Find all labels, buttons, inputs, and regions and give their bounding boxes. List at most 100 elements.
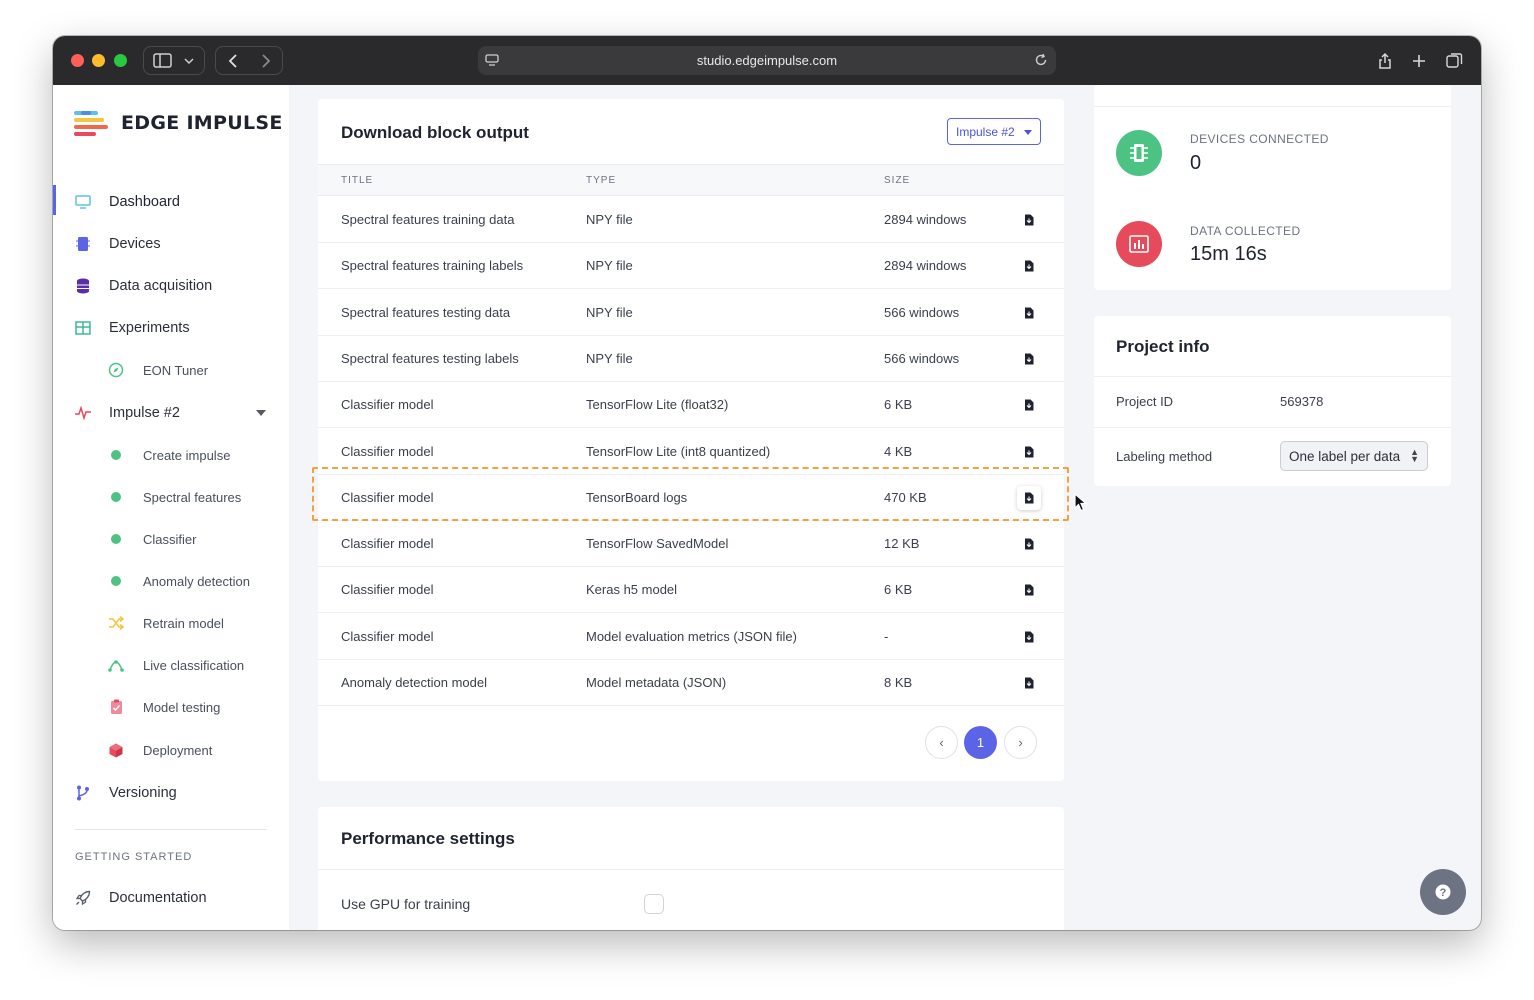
sidebar-item-label: Model testing [143, 699, 221, 715]
previous-page-button[interactable]: ‹ [925, 726, 958, 759]
row-type: Model metadata (JSON) [586, 675, 727, 690]
sidebar-item-data-acquisition[interactable]: Data acquisition [53, 267, 289, 305]
reload-icon[interactable] [1034, 53, 1048, 67]
page-1-button[interactable]: 1 [964, 726, 997, 759]
sidebar-toggle-button[interactable] [143, 46, 205, 75]
sidebar-item-label: Create impulse [143, 447, 231, 463]
sidebar-item-anomaly-detection[interactable]: Anomaly detection [53, 562, 289, 600]
maximize-window-button[interactable] [114, 54, 127, 67]
sidebar-item-dashboard[interactable]: Dashboard [53, 183, 289, 221]
data-stat-icon-circle [1116, 221, 1162, 267]
edge-impulse-logo[interactable]: EDGE IMPULSE [73, 110, 283, 136]
sidebar-item-label: EON Tuner [143, 362, 209, 378]
sidebar-item-documentation[interactable]: Documentation [53, 879, 289, 917]
table-row: Anomaly detection model Model metadata (J… [318, 660, 1064, 706]
sidebar-item-label: Spectral features [143, 489, 242, 505]
sidebar-item-impulse[interactable]: Impulse #2 [53, 394, 289, 432]
project-info-card: Project info Project ID 569378 Labeling … [1094, 316, 1451, 486]
labeling-method-value: One label per data [1289, 449, 1401, 464]
sidebar-item-classifier[interactable]: Classifier [53, 520, 289, 558]
download-file-button[interactable] [1017, 625, 1041, 649]
use-gpu-checkbox[interactable] [644, 894, 664, 914]
plus-icon [1413, 54, 1425, 67]
project-id-label: Project ID [1116, 394, 1174, 409]
minimize-window-button[interactable] [92, 54, 105, 67]
card-title: Performance settings [341, 829, 515, 848]
getting-started-heading: GETTING STARTED [75, 851, 193, 863]
sidebar-item-create-impulse[interactable]: Create impulse [53, 436, 289, 474]
divider [1094, 427, 1451, 428]
row-title: Classifier model [341, 582, 434, 598]
next-page-button[interactable]: › [1004, 726, 1037, 759]
sidebar-item-versioning[interactable]: Versioning [53, 774, 289, 812]
sidebar-icon [153, 53, 172, 68]
share-button[interactable] [1371, 36, 1399, 85]
row-title: Anomaly detection model [341, 675, 487, 690]
chevron-down-icon [184, 58, 194, 65]
highlight-annotation [312, 467, 1069, 521]
file-download-icon [1025, 677, 1034, 689]
column-header-size: SIZE [884, 175, 911, 186]
monitor-icon [75, 194, 91, 210]
column-header-title: TITLE [341, 175, 374, 186]
back-icon[interactable] [228, 54, 238, 68]
sidebar-item-live-classification[interactable]: Live classification [53, 646, 289, 684]
download-file-button[interactable] [1017, 440, 1041, 464]
network-icon [108, 657, 124, 673]
download-file-button[interactable] [1017, 208, 1041, 232]
close-window-button[interactable] [71, 54, 84, 67]
tabs-icon [1445, 53, 1462, 68]
sidebar-item-eon-tuner[interactable]: EON Tuner [53, 351, 289, 389]
sidebar-item-experiments[interactable]: Experiments [53, 309, 289, 347]
download-file-button[interactable] [1017, 578, 1041, 602]
file-download-icon [1025, 584, 1034, 596]
row-title: Spectral features training data [341, 212, 515, 227]
sidebar-item-label: Live classification [143, 657, 245, 673]
row-size: 566 windows [884, 350, 960, 366]
chip-icon [1130, 144, 1148, 162]
row-size: 12 KB [884, 536, 920, 552]
download-file-button[interactable] [1017, 393, 1041, 417]
logo-text: EDGE IMPULSE [121, 112, 283, 134]
sidebar-item-label: Data acquisition [109, 278, 213, 294]
download-file-button[interactable] [1017, 671, 1041, 695]
project-stats-card: DEVICES CONNECTED 0 DATA COLLECTED 15m 1… [1094, 85, 1451, 290]
caret-down-icon[interactable] [256, 410, 266, 416]
sidebar-item-retrain-model[interactable]: Retrain model [53, 604, 289, 642]
labeling-method-label: Labeling method [1116, 449, 1213, 464]
caret-down-icon [1024, 130, 1032, 135]
sidebar-item-label: Dashboard [109, 194, 180, 210]
help-button[interactable]: ? [1420, 869, 1466, 915]
use-gpu-label: Use GPU for training [341, 896, 471, 912]
tab-overview-button[interactable] [1440, 36, 1468, 85]
forward-icon[interactable] [261, 54, 271, 68]
sidebar-item-model-testing[interactable]: Model testing [53, 688, 289, 726]
download-file-button[interactable] [1017, 254, 1041, 278]
file-download-icon [1025, 260, 1034, 272]
sidebar-divider [75, 829, 267, 830]
table-icon [75, 320, 91, 336]
new-tab-button[interactable] [1405, 36, 1433, 85]
rocket-icon [75, 890, 91, 906]
divider [318, 869, 1064, 870]
shuffle-icon [108, 615, 124, 631]
compass-icon [108, 362, 124, 378]
row-size: 2894 windows [884, 258, 967, 274]
browser-titlebar: studio.edgeimpulse.com [53, 36, 1481, 85]
devices-connected-value: 0 [1190, 152, 1202, 174]
sidebar-item-devices[interactable]: Devices [53, 225, 289, 263]
file-download-icon [1025, 446, 1034, 457]
sidebar-item-deployment[interactable]: Deployment [53, 731, 289, 769]
download-file-button[interactable] [1017, 532, 1041, 556]
table-row: Spectral features testing data NPY file 56… [318, 290, 1064, 336]
address-bar[interactable]: studio.edgeimpulse.com [478, 46, 1056, 75]
chevron-right-icon: › [1018, 735, 1023, 750]
download-file-button[interactable] [1017, 347, 1041, 371]
sidebar-item-spectral-features[interactable]: Spectral features [53, 478, 289, 516]
mouse-cursor-icon [1074, 493, 1088, 512]
download-file-button[interactable] [1017, 301, 1041, 325]
sidebar-item-label: Impulse #2 [109, 405, 180, 421]
labeling-method-select[interactable]: One label per data ▲ ▼ [1280, 441, 1428, 471]
impulse-select-button[interactable]: Impulse #2 [947, 118, 1041, 145]
table-row: Classifier model Model evaluation metrics… [318, 614, 1064, 660]
